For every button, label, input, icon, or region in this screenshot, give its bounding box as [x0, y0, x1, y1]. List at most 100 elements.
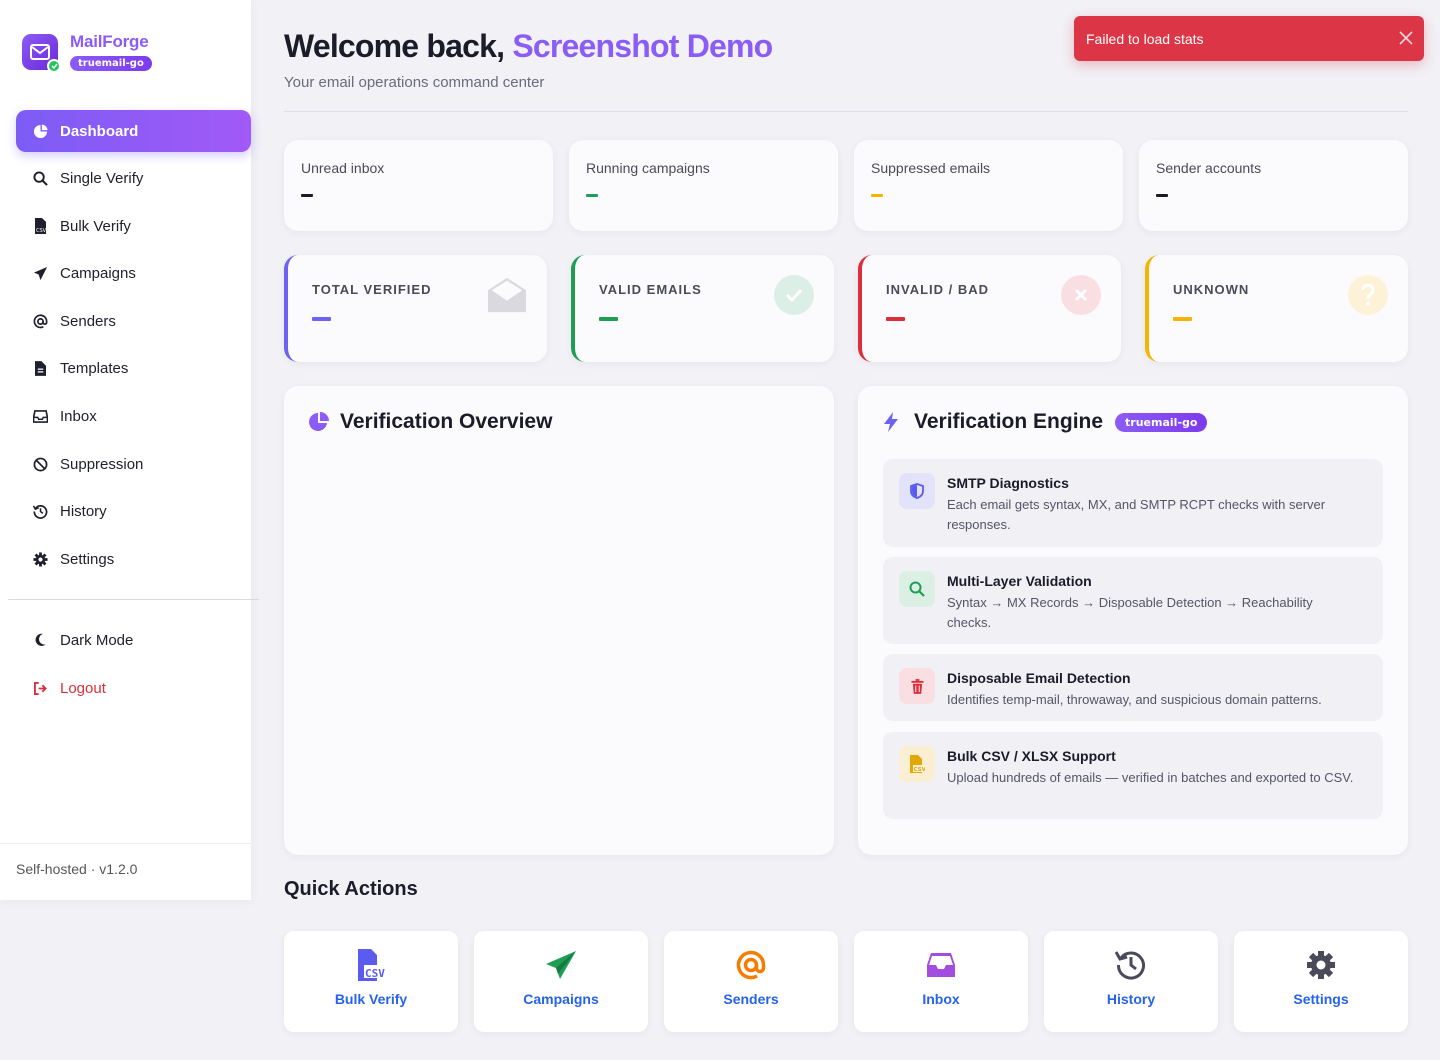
pie-chart-icon	[32, 123, 48, 139]
dark-mode-toggle[interactable]: Dark Mode	[16, 619, 251, 661]
quick-action-inbox[interactable]: Inbox	[854, 931, 1028, 1032]
main-nav: Dashboard Single Verify CSV Bulk Verify …	[16, 110, 251, 586]
sidebar-item-dashboard[interactable]: Dashboard	[16, 110, 251, 152]
kpi-label: VALID EMAILS	[599, 282, 702, 297]
secondary-nav: Dark Mode Logout	[16, 619, 251, 715]
at-icon	[735, 949, 767, 981]
search-icon	[899, 571, 935, 607]
feature-title: Multi-Layer Validation	[947, 573, 1092, 589]
error-toast: Failed to load stats	[1074, 16, 1424, 61]
history-icon	[1115, 949, 1147, 981]
brand-name: MailForge	[70, 32, 149, 51]
stat-value-placeholder	[1156, 194, 1168, 197]
kpi-label: UNKNOWN	[1173, 282, 1250, 297]
kpi-value-placeholder	[312, 317, 331, 321]
dark-mode-label: Dark Mode	[60, 631, 134, 649]
file-icon	[32, 361, 48, 377]
sidebar-item-history[interactable]: History	[16, 491, 251, 533]
quick-action-settings[interactable]: Settings	[1234, 931, 1408, 1032]
quick-action-senders[interactable]: Senders	[664, 931, 838, 1032]
feature-description: Each email gets syntax, MX, and SMTP RCP…	[947, 497, 1326, 532]
question-circle-icon	[1348, 275, 1388, 315]
kpi-label: TOTAL VERIFIED	[312, 282, 432, 297]
sidebar-item-single-verify[interactable]: Single Verify	[16, 158, 251, 200]
mail-logo-icon	[22, 34, 61, 73]
stat-label: Running campaigns	[586, 160, 710, 176]
svg-text:CSV: CSV	[914, 767, 926, 773]
panel-title: Verification Overview	[308, 410, 552, 434]
page-subtitle: Your email operations command center	[284, 74, 545, 91]
version-footer: Self-hosted · v1.2.0	[0, 843, 252, 900]
feature-disposable-detection: Disposable Email Detection Identifies te…	[883, 654, 1383, 721]
csv-file-icon: CSV	[32, 218, 48, 235]
csv-file-icon: CSV	[899, 746, 935, 782]
panel-title-text: Verification Engine	[914, 410, 1104, 433]
close-icon[interactable]	[1398, 30, 1414, 46]
sidebar-item-label: Campaigns	[60, 265, 136, 283]
stat-value-placeholder	[586, 194, 598, 197]
logout-label: Logout	[60, 679, 106, 697]
verification-overview-panel: Verification Overview	[284, 386, 834, 855]
sidebar-item-label: Templates	[60, 360, 129, 378]
kpi-value-placeholder	[886, 317, 905, 321]
quick-action-label: Campaigns	[523, 991, 599, 1007]
inbox-icon	[32, 409, 48, 425]
feature-description: Upload hundreds of emails — verified in …	[947, 770, 1354, 785]
stat-card-suppressed-emails: Suppressed emails	[854, 140, 1123, 231]
gear-icon	[32, 551, 48, 567]
sidebar-item-bulk-verify[interactable]: CSV Bulk Verify	[16, 205, 251, 247]
csv-file-icon: CSV	[355, 949, 387, 981]
feature-title: SMTP Diagnostics	[947, 475, 1069, 491]
feature-description: Identifies temp-mail, throwaway, and sus…	[947, 692, 1322, 707]
quick-action-label: Senders	[723, 991, 779, 1007]
panel-title: Verification Engine truemail-go	[882, 410, 1208, 434]
sidebar-item-campaigns[interactable]: Campaigns	[16, 253, 251, 295]
sidebar-item-settings[interactable]: Settings	[16, 538, 251, 580]
sidebar-item-senders[interactable]: Senders	[16, 300, 251, 342]
page-title: Welcome back, Screenshot Demo	[284, 28, 773, 65]
check-icon	[47, 59, 61, 73]
feature-bulk-csv-support: CSV Bulk CSV / XLSX Support Upload hundr…	[883, 732, 1383, 819]
kpi-label: INVALID / BAD	[886, 282, 990, 297]
panel-title-text: Verification Overview	[340, 410, 553, 433]
sidebar-item-label: Single Verify	[60, 170, 144, 188]
sidebar: MailForge truemail-go Dashboard Single V…	[0, 0, 259, 900]
history-icon	[32, 504, 48, 520]
logout-button[interactable]: Logout	[16, 667, 251, 709]
stat-label: Unread inbox	[301, 160, 385, 176]
kpi-card-total-verified: TOTAL VERIFIED	[284, 255, 547, 362]
sidebar-item-label: Bulk Verify	[60, 217, 131, 235]
quick-action-history[interactable]: History	[1044, 931, 1218, 1032]
shield-icon	[899, 473, 935, 509]
header-divider	[284, 111, 1408, 112]
kpi-card-unknown: UNKNOWN	[1145, 255, 1408, 362]
x-circle-icon	[1061, 275, 1101, 315]
quick-action-campaigns[interactable]: Campaigns	[474, 931, 648, 1032]
feature-description: Syntax → MX Records → Disposable Detecti…	[947, 595, 1313, 630]
quick-action-bulk-verify[interactable]: CSV Bulk Verify	[284, 931, 458, 1032]
stat-card-running-campaigns: Running campaigns	[569, 140, 838, 231]
logout-icon	[32, 680, 48, 696]
sidebar-item-suppression[interactable]: Suppression	[16, 443, 251, 485]
paper-plane-icon	[32, 266, 48, 282]
brand[interactable]: MailForge truemail-go	[22, 32, 152, 73]
paper-plane-icon	[545, 949, 577, 981]
quick-action-label: Inbox	[922, 991, 960, 1007]
ban-icon	[32, 456, 48, 472]
stat-value-placeholder	[301, 194, 313, 197]
search-icon	[32, 171, 48, 187]
sidebar-item-inbox[interactable]: Inbox	[16, 396, 251, 438]
moon-icon	[32, 632, 48, 648]
pie-chart-icon	[308, 411, 330, 433]
toast-message: Failed to load stats	[1086, 30, 1204, 47]
kpi-card-valid-emails: VALID EMAILS	[571, 255, 834, 362]
envelope-open-icon	[487, 275, 527, 315]
quick-action-label: History	[1106, 991, 1156, 1007]
stat-value-placeholder	[871, 194, 883, 197]
sidebar-item-templates[interactable]: Templates	[16, 348, 251, 390]
engine-badge: truemail-go	[1115, 412, 1208, 432]
stat-card-unread-inbox: Unread inbox	[284, 140, 553, 231]
sidebar-item-label: Inbox	[60, 408, 97, 426]
quick-actions-title: Quick Actions	[284, 878, 418, 900]
sidebar-item-label: History	[60, 503, 107, 521]
